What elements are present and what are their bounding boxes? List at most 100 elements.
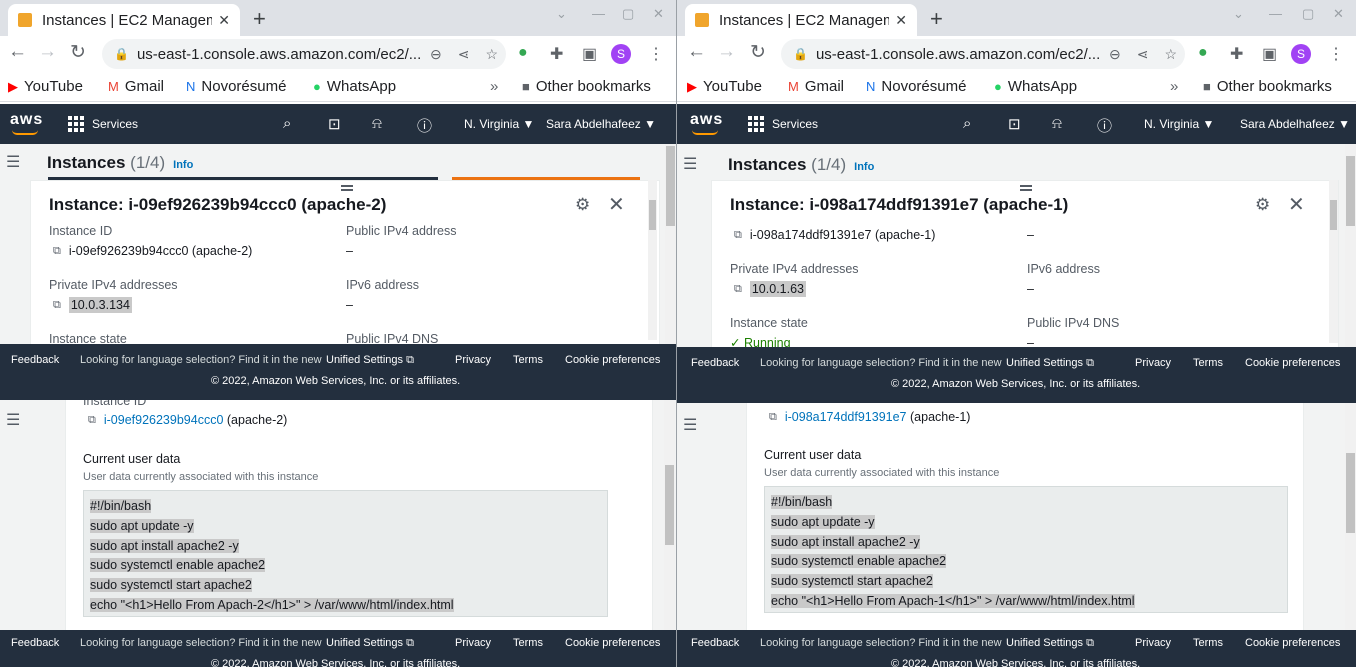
- close-window-icon[interactable]: ✕: [1333, 6, 1344, 22]
- cookie-preferences-link[interactable]: Cookie preferences: [1245, 357, 1340, 369]
- scrollbar-thumb[interactable]: [1346, 156, 1355, 226]
- sidepanel-icon[interactable]: ▣: [1262, 44, 1277, 64]
- bookmark-novoresume[interactable]: N Novorésumé: [186, 78, 286, 95]
- terms-link[interactable]: Terms: [513, 637, 543, 649]
- menu-icon[interactable]: ⋮: [1328, 44, 1344, 64]
- reload-icon[interactable]: ↻: [750, 41, 766, 64]
- hamburger-icon[interactable]: ☰: [6, 152, 20, 172]
- cookie-preferences-link[interactable]: Cookie preferences: [565, 637, 660, 649]
- tab-search-icon[interactable]: ⌄: [1233, 6, 1244, 22]
- puzzle-icon[interactable]: ✚: [550, 44, 563, 64]
- help-icon[interactable]: ⓘ: [1097, 115, 1112, 136]
- sidepanel-icon[interactable]: ▣: [582, 44, 597, 64]
- privacy-link[interactable]: Privacy: [1135, 357, 1171, 369]
- detail-scrollbar[interactable]: [1329, 180, 1338, 343]
- notifications-icon[interactable]: ⍾: [1052, 115, 1062, 132]
- copy-icon[interactable]: ⧉: [734, 229, 742, 242]
- privacy-link[interactable]: Privacy: [1135, 637, 1171, 649]
- terms-link[interactable]: Terms: [513, 354, 543, 366]
- page-scrollbar[interactable]: [665, 144, 676, 344]
- cookie-preferences-link[interactable]: Cookie preferences: [1245, 637, 1340, 649]
- aws-logo[interactable]: aws: [10, 111, 43, 129]
- bookmark-star-icon[interactable]: ☆: [485, 46, 498, 63]
- page-scrollbar[interactable]: [1345, 403, 1356, 630]
- instance-link[interactable]: i-09ef926239b94ccc0: [104, 413, 224, 427]
- share-icon[interactable]: ⋖: [1137, 46, 1149, 63]
- cookie-preferences-link[interactable]: Cookie preferences: [565, 354, 660, 366]
- unified-settings-link[interactable]: Unified Settings ⧉: [1006, 637, 1094, 650]
- copy-icon[interactable]: ⧉: [88, 414, 96, 427]
- privacy-link[interactable]: Privacy: [455, 637, 491, 649]
- bookmark-whatsapp[interactable]: ● WhatsApp: [313, 78, 396, 95]
- profile-avatar[interactable]: S: [611, 44, 631, 64]
- terms-link[interactable]: Terms: [1193, 357, 1223, 369]
- browser-tab[interactable]: Instances | EC2 Management Console ✕: [685, 4, 917, 36]
- scrollbar-thumb[interactable]: [1330, 200, 1337, 230]
- user-data-textarea[interactable]: #!/bin/bash sudo apt update -y sudo apt …: [83, 490, 608, 617]
- close-icon[interactable]: ✕: [608, 192, 625, 217]
- address-bar[interactable]: 🔒 us-east-1.console.aws.amazon.com/ec2/.…: [781, 39, 1185, 69]
- more-bookmarks-icon[interactable]: »: [1170, 78, 1178, 95]
- bookmark-gmail[interactable]: M Gmail: [108, 78, 164, 95]
- maximize-icon[interactable]: ▢: [622, 6, 634, 22]
- bookmark-youtube[interactable]: ▶ YouTube: [687, 78, 762, 95]
- hamburger-icon[interactable]: ☰: [683, 154, 697, 174]
- share-icon[interactable]: ⋖: [458, 46, 470, 63]
- settings-icon[interactable]: ⚙: [575, 195, 590, 215]
- settings-icon[interactable]: ⚙: [1255, 195, 1270, 215]
- help-icon[interactable]: ⓘ: [417, 115, 432, 136]
- close-tab-icon[interactable]: ✕: [895, 12, 907, 29]
- cloudshell-icon[interactable]: ⊡: [1008, 115, 1021, 133]
- reload-icon[interactable]: ↻: [70, 41, 86, 64]
- region-selector[interactable]: N. Virginia ▼: [1144, 117, 1214, 131]
- privacy-link[interactable]: Privacy: [455, 354, 491, 366]
- page-scrollbar[interactable]: [1345, 144, 1356, 347]
- detail-scrollbar[interactable]: [648, 180, 657, 340]
- more-bookmarks-icon[interactable]: »: [490, 78, 498, 95]
- puzzle-icon[interactable]: ✚: [1230, 44, 1243, 64]
- bookmark-star-icon[interactable]: ☆: [1164, 46, 1177, 63]
- feedback-link[interactable]: Feedback: [11, 637, 59, 649]
- hamburger-icon[interactable]: ☰: [683, 415, 697, 435]
- hamburger-icon[interactable]: ☰: [6, 410, 20, 430]
- extension-icon[interactable]: ●: [1198, 44, 1208, 62]
- search-icon[interactable]: ⌕: [963, 115, 971, 132]
- forward-icon[interactable]: →: [38, 41, 57, 63]
- services-menu[interactable]: Services: [748, 116, 818, 132]
- scrollbar-thumb[interactable]: [665, 465, 674, 545]
- feedback-link[interactable]: Feedback: [691, 357, 739, 369]
- aws-logo[interactable]: aws: [690, 111, 723, 129]
- zoom-icon[interactable]: ⊖: [430, 46, 442, 63]
- bookmark-youtube[interactable]: ▶ YouTube: [8, 78, 83, 95]
- close-icon[interactable]: ✕: [1288, 192, 1305, 217]
- scrollbar-thumb[interactable]: [649, 200, 656, 230]
- tab-search-icon[interactable]: ⌄: [556, 6, 567, 22]
- bookmark-novoresume[interactable]: N Novorésumé: [866, 78, 966, 95]
- profile-avatar[interactable]: S: [1291, 44, 1311, 64]
- terms-link[interactable]: Terms: [1193, 637, 1223, 649]
- account-menu[interactable]: Sara Abdelhafeez ▼: [1240, 117, 1350, 131]
- other-bookmarks[interactable]: ■ Other bookmarks: [1203, 78, 1332, 95]
- close-tab-icon[interactable]: ✕: [218, 12, 230, 29]
- copy-icon[interactable]: ⧉: [734, 283, 742, 296]
- address-bar[interactable]: 🔒 us-east-1.console.aws.amazon.com/ec2/.…: [102, 39, 506, 69]
- extension-icon[interactable]: ●: [518, 44, 528, 62]
- user-data-textarea[interactable]: #!/bin/bash sudo apt update -y sudo apt …: [764, 486, 1288, 613]
- info-link[interactable]: Info: [173, 159, 193, 171]
- copy-icon[interactable]: ⧉: [53, 299, 61, 312]
- instance-link[interactable]: i-098a174ddf91391e7: [785, 410, 907, 424]
- unified-settings-link[interactable]: Unified Settings ⧉: [326, 354, 414, 367]
- copy-icon[interactable]: ⧉: [769, 411, 777, 424]
- bookmark-whatsapp[interactable]: ● WhatsApp: [994, 78, 1077, 95]
- browser-tab[interactable]: Instances | EC2 Management Console ✕: [8, 4, 240, 36]
- scrollbar-thumb[interactable]: [666, 146, 675, 226]
- unified-settings-link[interactable]: Unified Settings ⧉: [1006, 357, 1094, 370]
- feedback-link[interactable]: Feedback: [11, 354, 59, 366]
- new-tab-icon[interactable]: +: [253, 6, 266, 32]
- new-tab-icon[interactable]: +: [930, 6, 943, 32]
- back-icon[interactable]: ←: [687, 41, 706, 63]
- feedback-link[interactable]: Feedback: [691, 637, 739, 649]
- account-menu[interactable]: Sara Abdelhafeez ▼: [546, 117, 656, 131]
- maximize-icon[interactable]: ▢: [1302, 6, 1314, 22]
- back-icon[interactable]: ←: [8, 41, 27, 63]
